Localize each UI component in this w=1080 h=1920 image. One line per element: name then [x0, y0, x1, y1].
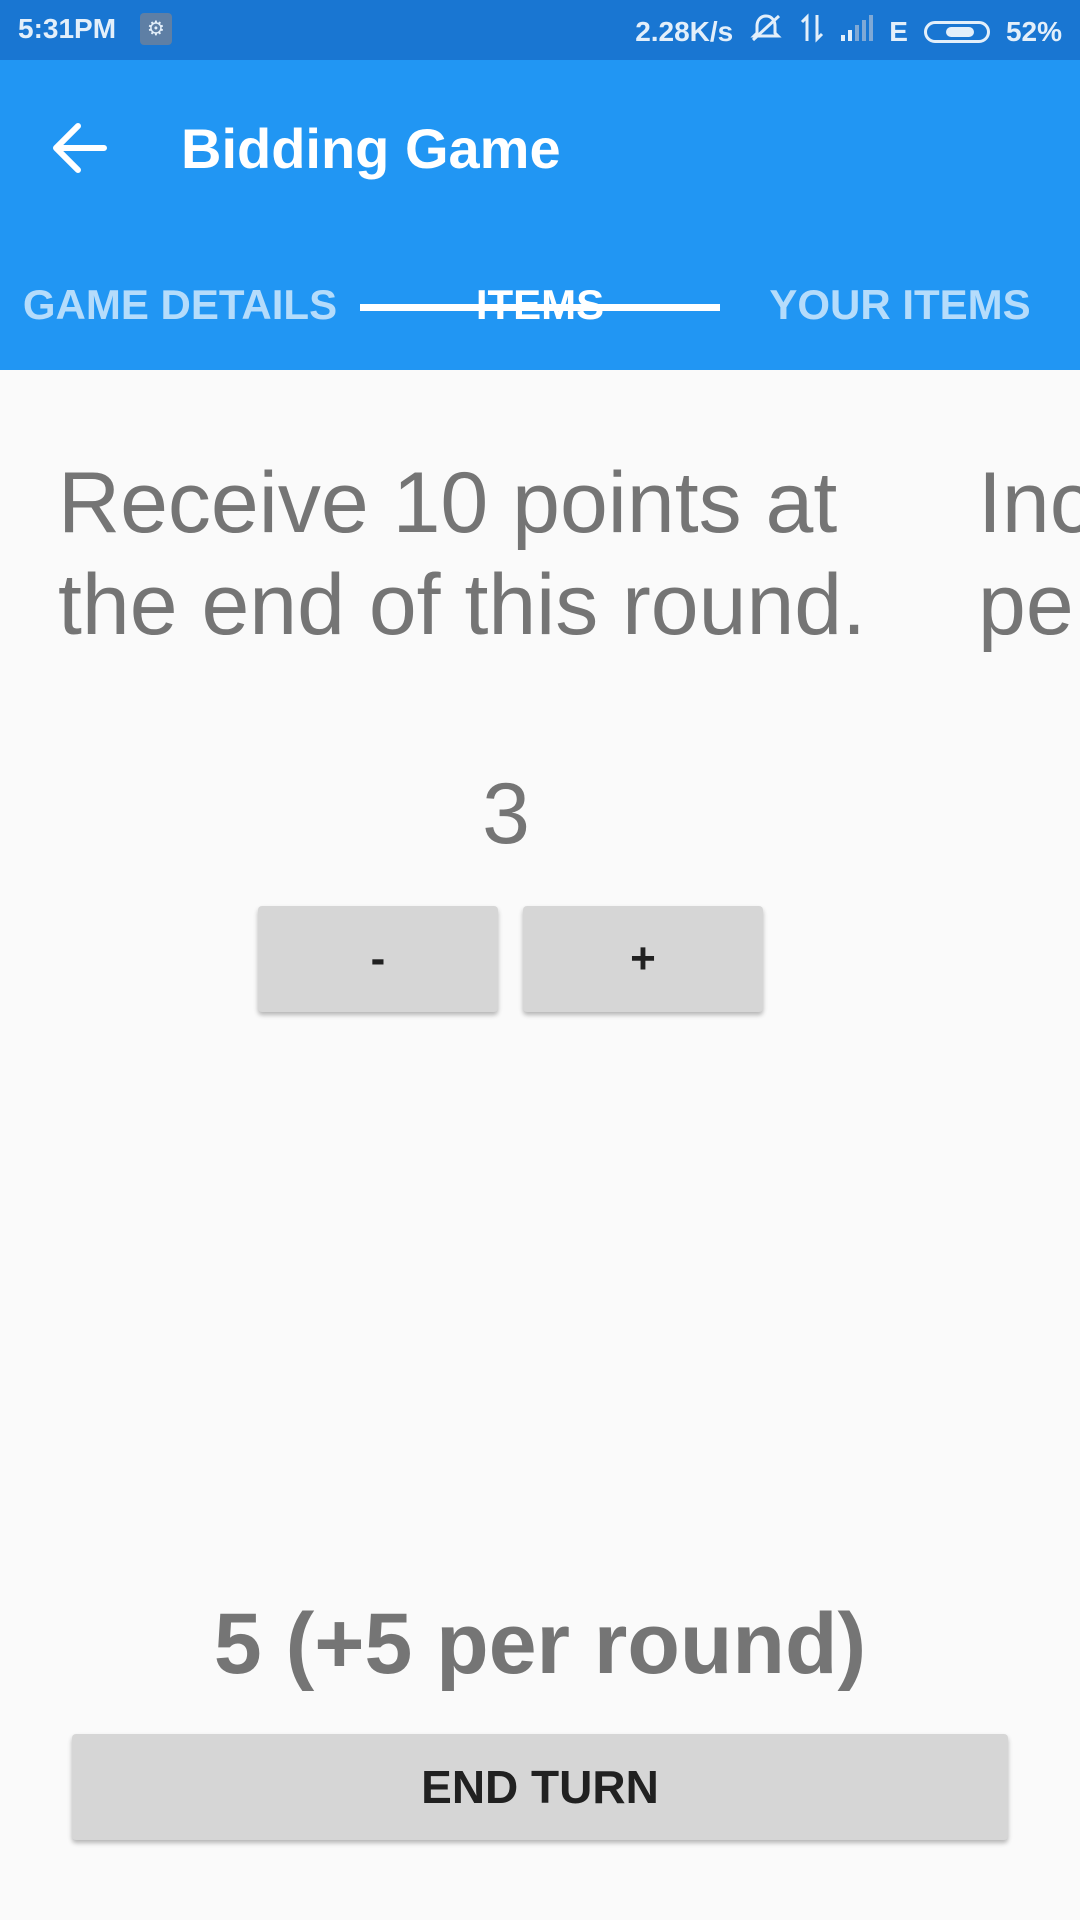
battery-fill	[945, 26, 975, 37]
page-title: Bidding Game	[181, 117, 561, 180]
network-speed: 2.28K/s	[635, 15, 734, 47]
data-transfer-icon	[799, 13, 825, 50]
next-item-description: Inc pe	[978, 455, 1080, 653]
notification-icon: ⚙	[140, 13, 172, 45]
arrow-back-icon	[53, 123, 107, 173]
network-type: E	[889, 15, 908, 47]
mute-icon	[749, 13, 783, 50]
tab-indicator	[360, 304, 720, 311]
increment-bid-button[interactable]: +	[523, 906, 763, 1012]
bid-amount: 3	[482, 766, 530, 862]
battery-icon	[923, 20, 990, 43]
decrement-bid-button[interactable]: -	[258, 906, 498, 1012]
signal-icon	[841, 15, 874, 48]
status-bar: 5:31PM ⚙ 2.28K/s E 52%	[0, 0, 1080, 60]
battery-percent: 52%	[1005, 15, 1062, 47]
tab-game-details[interactable]: GAME DETAILS	[0, 240, 360, 370]
tab-your-items[interactable]: YOUR ITEMS	[720, 240, 1080, 370]
back-button[interactable]	[44, 112, 116, 184]
item-description: Receive 10 points at the end of this rou…	[58, 455, 867, 653]
status-right-group: 2.28K/s E 52%	[619, 13, 1062, 50]
end-turn-button[interactable]: END TURN	[72, 1734, 1008, 1840]
items-pager[interactable]: Receive 10 points at the end of this rou…	[0, 370, 1080, 1920]
status-time: 5:31PM	[18, 13, 117, 44]
app-bar: Bidding Game GAME DETAILS ITEMS YOUR ITE…	[0, 60, 1080, 370]
points-summary: 5 (+5 per round)	[213, 1596, 867, 1692]
